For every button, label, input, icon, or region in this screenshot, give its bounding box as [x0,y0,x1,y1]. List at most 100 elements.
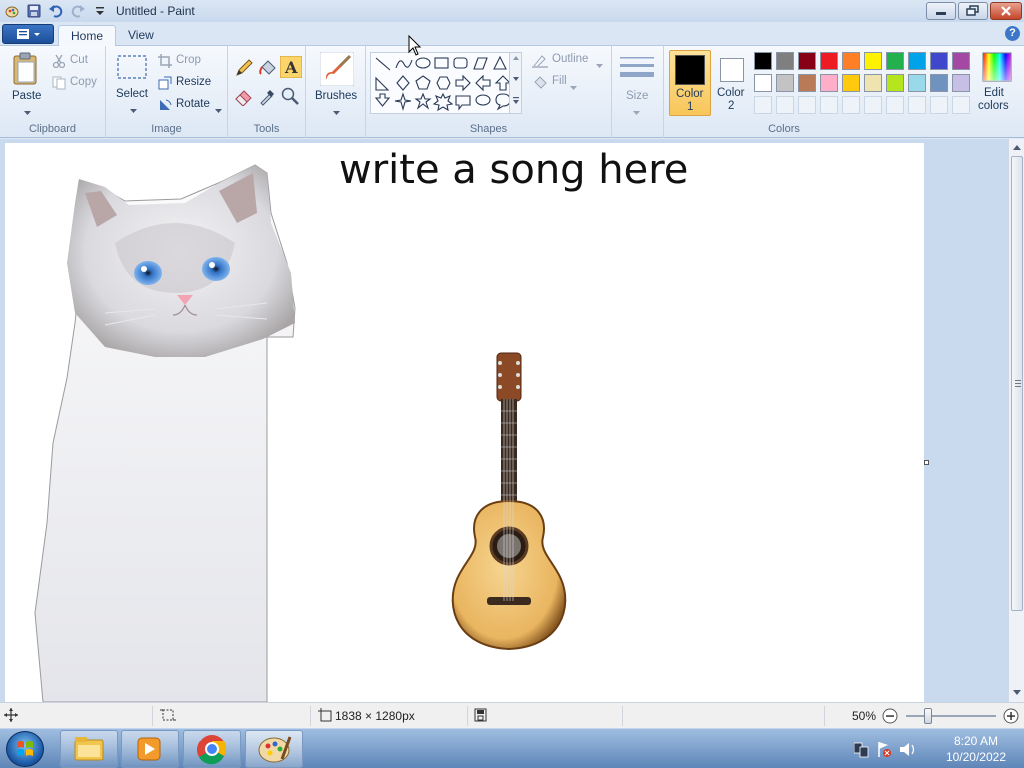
help-icon[interactable]: ? [1005,26,1020,41]
palette-color-swatch[interactable] [930,52,948,70]
color2-button[interactable]: Color 2 [713,50,751,116]
restore-button[interactable] [958,2,988,20]
rotate-button[interactable]: Rotate [158,98,222,116]
palette-color-swatch[interactable] [886,74,904,92]
palette-color-swatch[interactable] [864,74,882,92]
palette-empty-swatch[interactable] [820,96,838,114]
zoom-out-icon[interactable] [882,708,898,727]
drawing-canvas[interactable]: write a song here [5,143,924,702]
palette-empty-swatch[interactable] [776,96,794,114]
scissors-icon [52,54,66,71]
text-tool-icon[interactable]: A [279,55,303,81]
vertical-scrollbar[interactable] [1008,139,1024,702]
shapes-scroll[interactable] [509,53,521,113]
palette-color-swatch[interactable] [930,74,948,92]
shapes-gallery-icons [374,55,512,112]
zoom-slider-thumb[interactable] [924,708,932,724]
color2-label-line2: 2 [728,100,735,112]
action-center-icon[interactable] [878,742,891,757]
tab-home[interactable]: Home [58,25,117,46]
taskbar-media-player[interactable] [121,730,179,768]
palette-empty-swatch[interactable] [908,96,926,114]
color1-button[interactable]: Color 1 [669,50,711,116]
fill-bucket-icon[interactable] [258,58,278,81]
close-button[interactable] [990,2,1022,20]
paint-menu-button[interactable] [2,24,54,44]
palette-color-swatch[interactable] [798,52,816,70]
palette-color-swatch[interactable] [820,52,838,70]
palette-color-swatch[interactable] [820,74,838,92]
palette-color-swatch[interactable] [952,52,970,70]
canvas-resize-handle-right[interactable] [924,460,929,465]
undo-icon[interactable] [48,3,64,19]
color-picker-icon[interactable] [258,86,278,109]
brushes-button[interactable]: Brushes [312,50,362,115]
crop-button[interactable]: Crop [158,54,222,72]
palette-color-swatch[interactable] [908,74,926,92]
palette-empty-swatch[interactable] [798,96,816,114]
copy-button[interactable]: Copy [52,76,102,94]
shapes-gallery[interactable] [370,52,522,114]
palette-empty-swatch[interactable] [754,96,772,114]
rotate-icon [158,98,172,115]
cut-button[interactable]: Cut [52,54,102,72]
outline-button[interactable]: Outline [532,52,606,70]
palette-color-swatch[interactable] [798,74,816,92]
palette-empty-swatch[interactable] [864,96,882,114]
palette-color-swatch[interactable] [908,52,926,70]
minimize-button[interactable] [926,2,956,20]
save-icon[interactable] [26,3,42,19]
palette-color-swatch[interactable] [776,52,794,70]
palette-color-swatch[interactable] [864,52,882,70]
scrollbar-thumb[interactable] [1011,156,1023,611]
ribbon: Paste Cut Copy Clipboard Select Crop Res… [0,46,1024,138]
palette-empty-swatch[interactable] [952,96,970,114]
palette-color-swatch[interactable] [886,52,904,70]
tab-view[interactable]: View [116,25,166,46]
brushes-label: Brushes [315,90,358,102]
palette-color-swatch[interactable] [754,74,772,92]
color-palette [754,52,974,116]
zoom-in-icon[interactable] [1003,708,1019,727]
color2-swatch [720,58,744,82]
select-button[interactable]: Select [112,52,154,114]
system-clock[interactable]: 8:20 AM 10/20/2022 [946,733,1006,765]
resize-label: Resize [176,76,212,88]
image-size-icon [318,708,332,725]
chevron-down-icon [215,103,222,117]
colors-group-label: Colors [768,123,800,135]
palette-empty-swatch[interactable] [886,96,904,114]
eraser-icon[interactable] [234,86,254,109]
taskbar-file-explorer[interactable] [60,730,118,768]
start-button[interactable] [6,731,44,767]
redo-icon[interactable] [70,3,86,19]
palette-color-swatch[interactable] [754,52,772,70]
palette-empty-swatch[interactable] [930,96,948,114]
paste-icon [12,52,40,89]
paint-app-icon[interactable] [4,3,20,19]
chevron-down-icon [24,105,31,119]
customize-quick-access-icon[interactable] [92,3,108,19]
palette-color-swatch[interactable] [776,74,794,92]
canvas-text: write a song here [339,147,689,193]
taskbar-paint[interactable] [245,730,303,768]
palette-color-swatch[interactable] [842,52,860,70]
network-icon[interactable] [854,742,869,758]
clipboard-group-label: Clipboard [28,123,77,135]
palette-empty-swatch[interactable] [842,96,860,114]
volume-icon[interactable] [900,743,915,756]
palette-color-swatch[interactable] [952,74,970,92]
scroll-down-arrow-icon[interactable] [1009,685,1024,699]
chevron-down-icon [596,58,603,72]
pencil-icon[interactable] [234,58,254,81]
size-button[interactable]: Size [616,50,660,115]
scroll-up-arrow-icon[interactable] [1009,141,1024,155]
zoom-slider[interactable] [906,708,996,724]
taskbar-chrome[interactable] [183,730,241,768]
magnifier-icon[interactable] [280,86,300,109]
paste-button[interactable]: Paste [6,50,46,115]
resize-button[interactable]: Resize [158,76,222,94]
palette-color-swatch[interactable] [842,74,860,92]
edit-colors-button[interactable]: Edit colors [976,50,1020,116]
fill-button[interactable]: Fill [532,74,606,92]
